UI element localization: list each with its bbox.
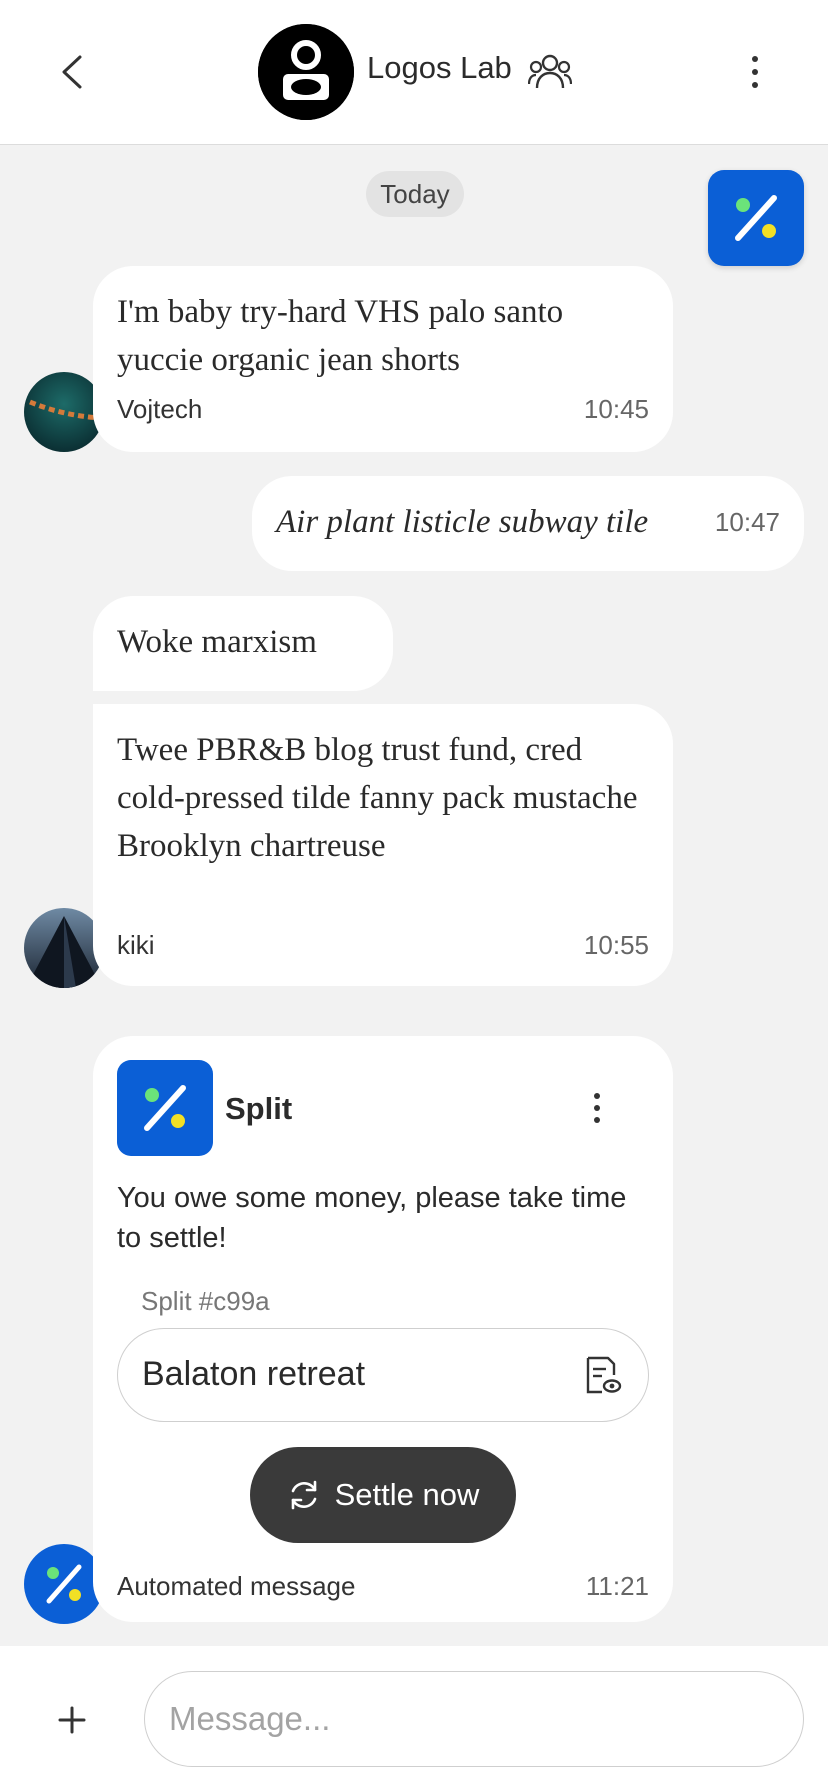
more-vertical-icon — [594, 1093, 600, 1099]
card-app-name: Split — [225, 1091, 293, 1126]
avatar-split-bot[interactable] — [24, 1544, 104, 1624]
split-card: Split You owe some money, please take ti… — [93, 1036, 673, 1622]
message-bubble[interactable]: Twee PBR&B blog trust fund, cred cold-pr… — [93, 704, 673, 986]
chat-header: Logos Lab — [0, 0, 828, 145]
split-percent-icon — [735, 195, 777, 241]
message-bubble[interactable]: I'm baby try-hard VHS palo santo yuccie … — [93, 266, 673, 452]
split-name: Balaton retreat — [142, 1355, 366, 1393]
group-avatar[interactable] — [258, 24, 354, 120]
split-percent-icon — [46, 1564, 82, 1604]
date-separator: Today — [366, 171, 464, 217]
more-vertical-icon — [752, 56, 758, 62]
chevron-left-icon — [62, 55, 82, 89]
message-sender: kiki — [117, 930, 155, 960]
people-icon — [528, 54, 572, 89]
message-text: Woke marxism — [117, 624, 317, 660]
chat-title[interactable]: Logos Lab — [367, 50, 512, 86]
settle-now-label: Settle now — [334, 1477, 480, 1512]
message-time: 10:55 — [583, 930, 649, 960]
message-text: I'm baby try-hard VHS palo santo yuccie … — [117, 294, 564, 378]
card-message: You owe some money, please take time to … — [117, 1182, 627, 1254]
more-options-button[interactable] — [738, 50, 772, 94]
message-text: Air plant listicle subway tile — [276, 504, 649, 540]
card-more-button[interactable] — [587, 1088, 607, 1128]
split-percent-icon — [144, 1085, 186, 1131]
add-attachment-button[interactable] — [52, 1700, 92, 1740]
split-details-field[interactable]: Balaton retreat — [117, 1328, 649, 1422]
back-button[interactable] — [50, 48, 94, 96]
message-sender: Automated message — [117, 1571, 356, 1601]
settle-now-button[interactable]: Settle now — [250, 1447, 516, 1543]
message-sender: Vojtech — [117, 394, 203, 424]
split-id-label: Split #c99a — [141, 1286, 270, 1316]
avatar-vojtech[interactable] — [24, 372, 104, 452]
message-text: Twee PBR&B blog trust fund, cred cold-pr… — [117, 732, 638, 864]
message-time: 11:21 — [585, 1571, 649, 1601]
message-time: 10:47 — [714, 507, 780, 537]
message-bubble[interactable]: Woke marxism — [93, 596, 393, 691]
message-time: 10:45 — [583, 394, 649, 424]
message-composer — [0, 1646, 828, 1792]
plus-icon — [58, 1706, 86, 1734]
avatar-kiki[interactable] — [24, 908, 104, 988]
split-app-icon — [117, 1060, 213, 1156]
message-bubble-outgoing[interactable]: Air plant listicle subway tile 10:47 — [252, 476, 804, 571]
sync-icon — [291, 1480, 316, 1510]
split-app-button[interactable] — [708, 170, 804, 266]
logos-logo-icon — [258, 24, 354, 120]
document-view-icon[interactable] — [584, 1355, 622, 1395]
message-input[interactable] — [144, 1671, 804, 1767]
